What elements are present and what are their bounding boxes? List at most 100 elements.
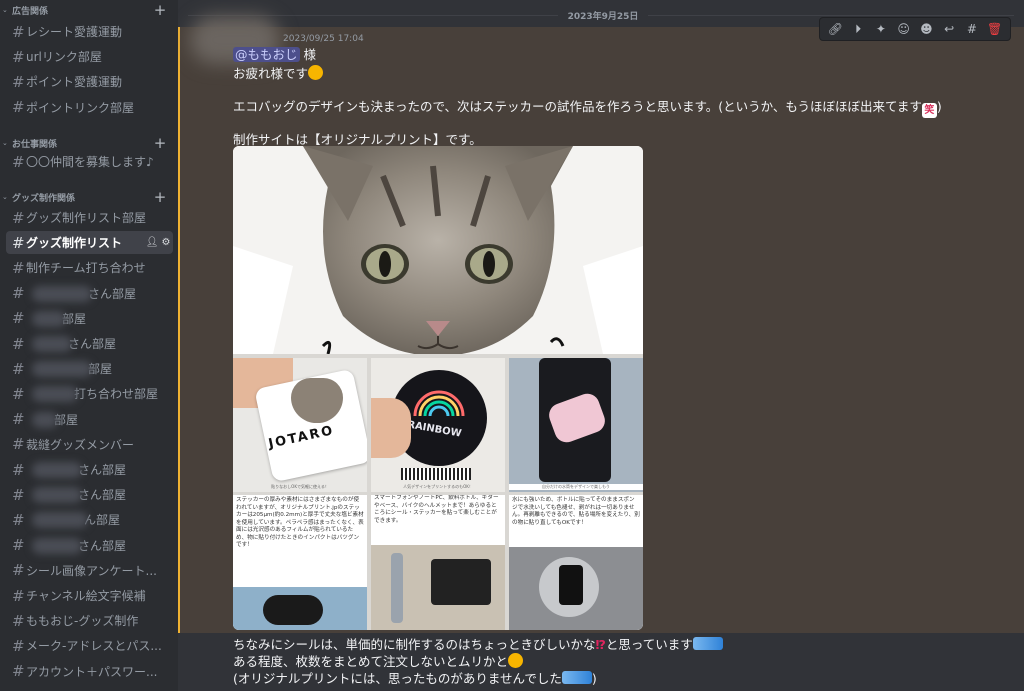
sidebar-channel-item[interactable]: # メーク-アドレスとパス... (6, 634, 173, 657)
laugh-emoji-icon: 笑 (921, 103, 937, 118)
sidebar-channel-item[interactable]: # ポイント愛護運動 (6, 70, 173, 93)
category-label: 広告関係 (12, 6, 49, 17)
sidebar-channel-item[interactable]: # アカウント＋パスワー... (6, 660, 173, 683)
feature-caption-1: ステッカーの厚みや素材にはさまざまなものが使われていますが、オリジナルプリント.… (236, 497, 364, 548)
invite-icon[interactable]: 👤︎ (145, 237, 159, 248)
hashtag-icon: # (12, 47, 25, 66)
sidebar-channel-item[interactable]: # 裁縫グッズメンバー (6, 433, 173, 456)
plus-icon[interactable]: + (152, 136, 168, 151)
hashtag-icon: # (12, 485, 25, 504)
photo-caption-2: 人気デザインをプリントするのもOK！ (403, 484, 473, 489)
cat-sticker-photo (233, 146, 643, 354)
tag-icon[interactable]: ⏵ (848, 22, 868, 37)
gear-icon[interactable]: ⚙ (159, 237, 173, 248)
hashtag-icon: # (12, 284, 25, 303)
greeting-text: お疲れ様です (233, 66, 309, 81)
sidebar-channel-item[interactable]: # urlリンク部屋 (6, 45, 173, 68)
redacted-name (32, 386, 78, 403)
sidebar-channel-item[interactable]: # 制作チーム打ち合わせ (6, 256, 173, 279)
redacted-name (32, 512, 88, 529)
cat-photo-icon (233, 146, 643, 354)
hashtag-icon: # (12, 72, 25, 91)
channel-label: urlリンク部屋 (26, 50, 102, 65)
message-toolbar: 🔗︎ ⏵ ✦ ☺ ☻ ↩ # 🗑︎ (819, 17, 1011, 41)
category-label: お仕事関係 (12, 139, 58, 150)
quantity-text: ある程度、枚数をまとめて注文しないとムリかと (233, 654, 509, 669)
sidebar-channel-item[interactable]: # シール画像アンケート... (6, 559, 173, 582)
honorific-text: 様 (299, 47, 316, 62)
category-header[interactable]: ⌄ お仕事関係 + (0, 135, 178, 151)
photo-bottle-sticker: 自分だけの水筒をデザインで楽しもう (509, 358, 643, 492)
photo-caption-1: 貼りなおしOKで気軽に使える！ (271, 484, 329, 489)
message-pane: 2023年9月25日 2023/09/25 17:04 🔗︎ ⏵ ✦ ☺ ☻ ↩… (178, 0, 1024, 691)
sidebar-channel-item[interactable]: # レシート愛護運動 (6, 20, 173, 43)
redacted-name (32, 310, 66, 327)
sidebar-channel-item[interactable]: # チャンネル絵文字候補 (6, 584, 173, 607)
redacted-name (32, 487, 82, 504)
redacted-name (32, 537, 82, 554)
sidebar-channel-item[interactable]: # グッズ制作リスト部屋 (6, 206, 173, 229)
sidebar-channel-item[interactable]: # 〇〇仲間を募集します♪ (6, 150, 173, 173)
link-icon[interactable]: 🔗︎ (825, 22, 845, 36)
message-line-mention: @ももおじ 様 (233, 44, 316, 63)
close-paren-text: ) (936, 99, 942, 114)
hashtag-icon: # (12, 384, 25, 403)
sidebar-channel-item[interactable]: # ももおじ-グッズ制作 (6, 609, 173, 632)
price-text-end: と思っています (605, 637, 693, 652)
channel-label: シール画像アンケート... (26, 563, 157, 578)
hashtag-icon: # (12, 233, 25, 252)
redacted-name (32, 411, 58, 428)
reply-icon[interactable]: ↩ (939, 22, 959, 36)
photo-caption-3: 自分だけの水筒をデザインで楽しもう (509, 484, 643, 490)
chevron-down-icon: ⌄ (2, 6, 8, 14)
redacted-name (32, 462, 82, 478)
plus-icon[interactable]: + (152, 190, 168, 205)
feature-card-2: スマートフォンやノートPC、飲料ボトル、ギターやベース、バイクのヘルメットまで！… (371, 495, 505, 630)
site-text: 制作サイトは【オリジナルプリント】です。 (233, 132, 482, 147)
hashtag-icon: # (12, 586, 25, 605)
hashtag-icon: # (12, 410, 25, 429)
hashtag-icon: # (12, 636, 25, 655)
redacted-name (32, 361, 92, 378)
channel-label: チャンネル絵文字候補 (26, 589, 146, 603)
reaction-icon[interactable]: ☻ (916, 22, 936, 36)
channel-label: ももおじ-グッズ制作 (26, 614, 139, 629)
sidebar-channel-item[interactable]: # ポイントリンク部屋 (6, 96, 173, 119)
photo-jotaro-sticker: JOTARO 貼りなおしOKで気軽に使える！ (233, 358, 367, 492)
channel-sidebar: ⌄ 広告関係 + # レシート愛護運動 # urlリンク部屋 # ポイント愛護運動 # ポイントリン… (0, 0, 178, 691)
date-divider-line-right (648, 15, 1014, 16)
smile-emoji-icon (308, 65, 324, 80)
delete-icon[interactable]: 🗑︎ (985, 22, 1005, 36)
channel-label: レシート愛護運動 (26, 25, 123, 39)
chevron-down-icon: ⌄ (2, 139, 8, 147)
thread-icon[interactable]: # (962, 22, 982, 36)
exclamation-question-icon: ⁉ (595, 637, 606, 652)
date-divider: 2023年9月25日 (567, 12, 639, 22)
category-label: グッズ制作関係 (12, 193, 76, 204)
sweat-drops-icon (561, 671, 592, 684)
hashtag-icon: # (12, 611, 25, 630)
sidebar-channel-item[interactable]: # グッズ制作リスト 👤︎ ⚙ (6, 231, 173, 255)
channel-label: メーク-アドレスとパス... (26, 639, 162, 654)
user-mention[interactable]: @ももおじ (233, 47, 300, 62)
hashtag-icon: # (12, 258, 25, 277)
category-header[interactable]: ⌄ グッズ制作関係 + (0, 189, 178, 205)
channel-label: ポイントリンク部屋 (26, 100, 135, 115)
plus-icon[interactable]: + (152, 3, 168, 18)
image-attachment[interactable]: JOTARO 貼りなおしOKで気軽に使える！ RAINBOW 人気デザインをプリ… (233, 146, 643, 630)
price-text: ちなみにシールは、単価的に制作するのはちょっときびしいかな (233, 637, 596, 652)
add-reaction-icon[interactable]: ☺ (894, 22, 914, 36)
pin-icon[interactable]: ✦ (871, 22, 891, 36)
hand-icon (371, 398, 411, 458)
message-timestamp: 2023/09/25 17:04 (283, 34, 364, 44)
channel-label: 裁縫グッズメンバー (26, 437, 135, 452)
hashtag-icon: # (12, 334, 25, 353)
hashtag-icon: # (12, 359, 25, 378)
rainbow-icon (413, 390, 465, 417)
redacted-name (32, 285, 92, 302)
note-text: (オリジナルプリントには、思ったものがありませんでした (233, 671, 562, 686)
hashtag-icon: # (12, 460, 25, 479)
hashtag-icon: # (12, 510, 25, 529)
hashtag-icon: # (12, 309, 25, 328)
category-header[interactable]: ⌄ 広告関係 + (0, 2, 178, 18)
